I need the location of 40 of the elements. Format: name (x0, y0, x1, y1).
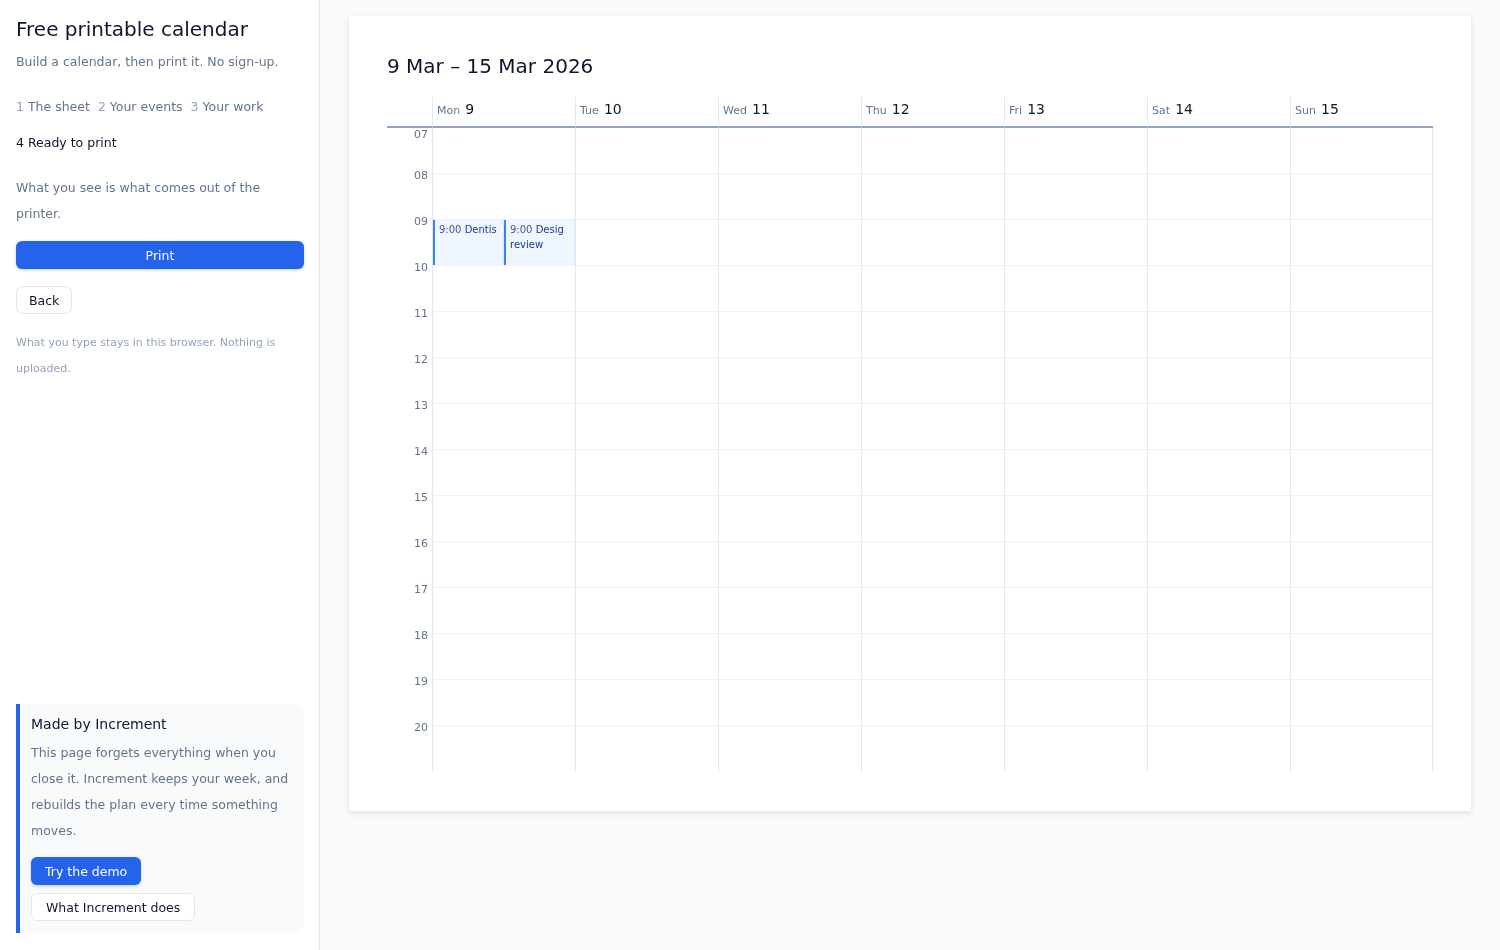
step-tab[interactable]: 4 Ready to print (16, 133, 117, 153)
print-button[interactable]: Print (16, 241, 304, 269)
hour-label: 09 (413, 215, 429, 229)
hour-label: 15 (413, 491, 429, 505)
hour-label: 16 (413, 537, 429, 551)
info-button[interactable]: What Increment does (31, 893, 196, 921)
event-label: 9:00 Desig review (510, 223, 565, 252)
day-header: Fri 13 (1004, 97, 1147, 128)
back-button[interactable]: Back (16, 286, 73, 314)
app-title: Free printable calendar (16, 16, 248, 42)
intro-text: What you see is what comes out of the printer. (16, 179, 262, 223)
hour-label: 18 (413, 629, 429, 643)
hour-label: 20 (413, 721, 429, 735)
hour-label: 07 (413, 128, 429, 142)
step-tab[interactable]: 1 The sheet (16, 97, 90, 117)
hour-label: 10 (413, 261, 429, 275)
week-title: 9 Mar – 15 Mar 2026 (387, 54, 595, 78)
event-block[interactable]: 9:00 Desig review (504, 220, 575, 265)
day-header: Sat 14 (1147, 97, 1290, 128)
hour-label: 11 (413, 307, 429, 321)
day-header: Sun 15 (1290, 97, 1433, 128)
hour-label: 12 (413, 353, 429, 367)
app-subtitle: Build a calendar, then print it. No sign-up. (16, 53, 279, 71)
hour-label: 17 (413, 583, 429, 597)
day-header: Wed 11 (718, 97, 861, 128)
promo-title: Made by Increment (31, 715, 168, 734)
day-header: Thu 12 (861, 97, 1004, 128)
privacy-note: What you type stays in this browser. Nothing is uploaded. (16, 335, 277, 377)
event-block[interactable]: 9:00 Dentis (433, 220, 504, 265)
hour-label: 13 (413, 399, 429, 413)
promo-text: This page forgets everything when you close it. Increment keeps your week, and rebuilds the plan every time something moves. (31, 744, 290, 840)
demo-button[interactable]: Try the demo (31, 857, 142, 885)
hour-label: 19 (413, 675, 429, 689)
step-tab[interactable]: 3 Your work (190, 97, 264, 117)
hour-label: 14 (413, 445, 429, 459)
day-header: Tue 10 (575, 97, 718, 128)
step-tab[interactable]: 2 Your events (97, 97, 183, 117)
day-header: Mon 9 (432, 97, 575, 128)
hour-label: 08 (413, 169, 429, 183)
event-label: 9:00 Dentis (439, 223, 498, 237)
